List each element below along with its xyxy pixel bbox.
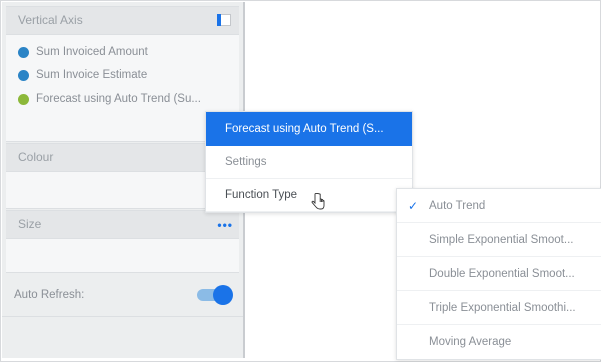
toggle-knob <box>213 285 233 305</box>
submenu-item-label: Auto Trend <box>429 200 486 212</box>
hand-cursor-icon <box>311 193 325 210</box>
submenu-item-auto-trend[interactable]: ✓ Auto Trend <box>397 189 601 223</box>
submenu-item-simple-exponential[interactable]: Simple Exponential Smoot... <box>397 223 601 257</box>
submenu-item-label: Moving Average <box>429 336 512 348</box>
measure-label: Sum Invoice Estimate <box>36 69 148 81</box>
check-icon: ✓ <box>408 199 419 213</box>
size-drop-zone[interactable] <box>6 239 239 273</box>
auto-refresh-label: Auto Refresh: <box>14 289 85 301</box>
measure-label: Forecast using Auto Trend (Su... <box>36 93 201 105</box>
measure-dot-icon <box>18 46 29 58</box>
vertical-axis-header[interactable]: Vertical Axis <box>6 6 239 35</box>
submenu-item-triple-exponential[interactable]: Triple Exponential Smoothi... <box>397 291 601 325</box>
measure-label: Sum Invoiced Amount <box>36 46 148 58</box>
submenu-item-label: Simple Exponential Smoot... <box>429 234 574 246</box>
function-type-submenu: ✓ Auto Trend Simple Exponential Smoot...… <box>396 188 601 360</box>
submenu-item-label: Triple Exponential Smoothi... <box>429 302 576 314</box>
menu-item-forecast[interactable]: Forecast using Auto Trend (S... <box>206 112 412 146</box>
size-title: Size <box>18 217 42 231</box>
colour-title: Colour <box>18 150 54 164</box>
measure-item[interactable]: Sum Invoiced Amount <box>18 43 148 61</box>
forecast-dot-icon <box>18 93 29 105</box>
submenu-item-double-exponential[interactable]: Double Exponential Smoot... <box>397 257 601 291</box>
menu-item-settings[interactable]: Settings <box>206 146 412 179</box>
divider <box>2 316 243 317</box>
more-options-icon[interactable]: ••• <box>217 219 233 231</box>
vertical-axis-toggle-icon[interactable] <box>217 14 231 26</box>
measure-item[interactable]: Forecast using Auto Trend (Su... <box>18 90 201 108</box>
submenu-item-moving-average[interactable]: Moving Average <box>397 325 601 359</box>
menu-item-function-type[interactable]: Function Type <box>206 179 412 212</box>
measure-item[interactable]: Sum Invoice Estimate <box>18 66 147 84</box>
context-menu: Forecast using Auto Trend (S... Settings… <box>205 111 413 213</box>
size-header[interactable]: Size ••• <box>6 210 239 239</box>
submenu-item-label: Double Exponential Smoot... <box>429 268 575 280</box>
vertical-axis-title: Vertical Axis <box>18 13 83 27</box>
auto-refresh-toggle[interactable] <box>197 285 233 305</box>
measure-dot-icon <box>18 69 29 81</box>
